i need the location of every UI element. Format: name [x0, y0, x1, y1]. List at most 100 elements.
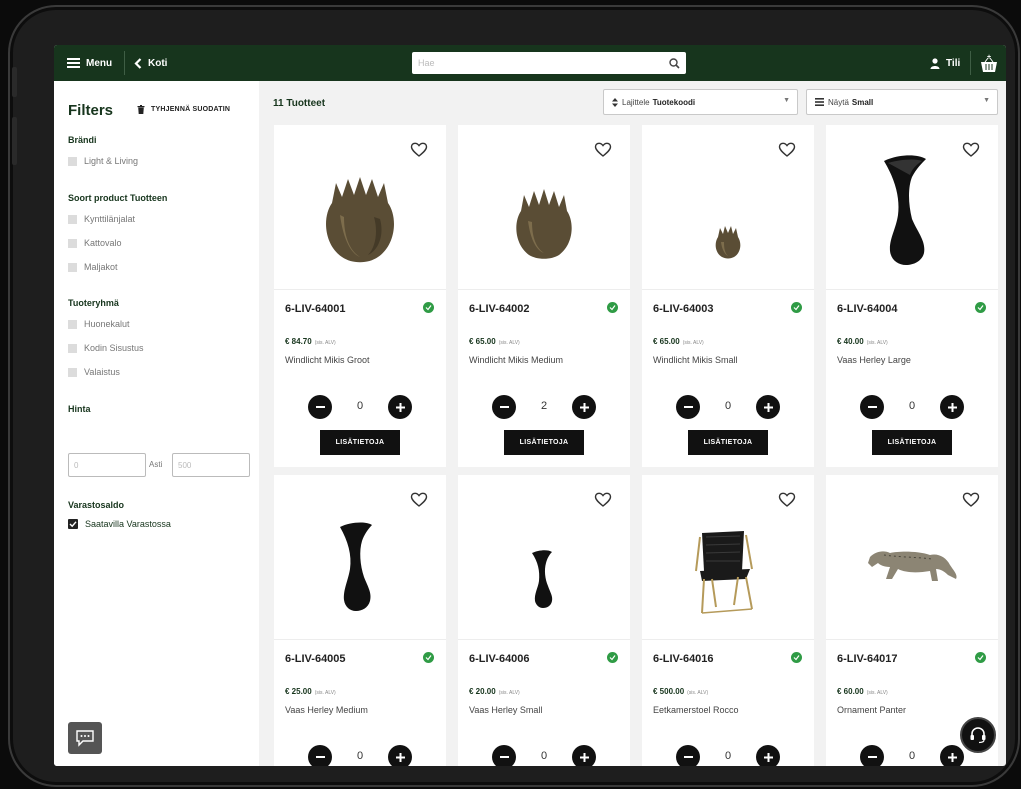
product-name[interactable]: Vaas Herley Small [469, 705, 542, 715]
vat-note: (sis. ALV) [314, 690, 336, 696]
product-card[interactable]: 6-LIV-64001 € 84.70 (sis. ALV) Windlicht … [274, 125, 446, 467]
chevron-down-icon: ▼ [783, 97, 790, 104]
checkbox[interactable] [68, 156, 77, 166]
view-select[interactable]: Näytä Small ▼ [806, 89, 998, 115]
cart-button[interactable]: + [980, 45, 998, 81]
product-name[interactable]: Vaas Herley Medium [285, 705, 368, 715]
quantity-value[interactable]: 0 [334, 750, 386, 762]
quantity-value[interactable]: 0 [886, 400, 938, 412]
price-min-input[interactable] [68, 453, 146, 477]
decrease-quantity-button[interactable] [676, 395, 700, 419]
favorite-button[interactable] [410, 141, 428, 159]
back-home-button[interactable]: Koti [134, 45, 167, 81]
filter-option-product-group[interactable]: Huonekalut [68, 319, 130, 329]
brand-section-title: Brändi [68, 135, 97, 145]
filter-option-product-type[interactable]: Kattovalo [68, 238, 122, 248]
product-card[interactable]: 6-LIV-64016 € 500.00 (sis. ALV) Eetkamers… [642, 475, 814, 766]
product-name[interactable]: Vaas Herley Large [837, 355, 911, 365]
more-info-button[interactable]: LISÄTIETOJA [688, 430, 768, 455]
checkbox[interactable] [68, 214, 77, 224]
quantity-value[interactable]: 0 [518, 750, 570, 762]
plus-icon [947, 402, 957, 412]
quantity-value[interactable]: 0 [702, 400, 754, 412]
product-name[interactable]: Ornament Panter [837, 705, 906, 715]
product-type-section-title: Soort product Tuotteen [68, 193, 168, 203]
product-card[interactable]: 6-LIV-64002 € 65.00 (sis. ALV) Windlicht … [458, 125, 630, 467]
increase-quantity-button[interactable] [756, 395, 780, 419]
divider [274, 289, 446, 290]
more-info-button[interactable]: LISÄTIETOJA [504, 430, 584, 455]
favorite-button[interactable] [778, 141, 796, 159]
menu-button[interactable]: Menu [67, 45, 112, 81]
filter-option-brand[interactable]: Light & Living [68, 156, 138, 166]
product-name[interactable]: Windlicht Mikis Groot [285, 355, 370, 365]
increase-quantity-button[interactable] [388, 745, 412, 766]
favorite-button[interactable] [594, 491, 612, 509]
product-name[interactable]: Windlicht Mikis Medium [469, 355, 563, 365]
heart-icon [778, 492, 796, 507]
product-card[interactable]: 6-LIV-64003 € 65.00 (sis. ALV) Windlicht … [642, 125, 814, 467]
favorite-button[interactable] [778, 491, 796, 509]
product-card[interactable]: 6-LIV-64004 € 40.00 (sis. ALV) Vaas Herle… [826, 125, 998, 467]
checkbox-checked[interactable] [68, 519, 78, 529]
search-button[interactable] [666, 55, 682, 71]
checkbox[interactable] [68, 238, 77, 248]
product-card[interactable]: 6-LIV-64006 € 20.00 (sis. ALV) Vaas Herle… [458, 475, 630, 766]
filter-option-product-type[interactable]: Maljakot [68, 262, 118, 272]
increase-quantity-button[interactable] [940, 395, 964, 419]
quantity-value[interactable]: 0 [702, 750, 754, 762]
quantity-value[interactable]: 0 [334, 400, 386, 412]
decrease-quantity-button[interactable] [860, 745, 884, 766]
favorite-button[interactable] [962, 491, 980, 509]
decrease-quantity-button[interactable] [676, 745, 700, 766]
price-value: € 40.00 [837, 337, 864, 346]
divider [642, 289, 814, 290]
favorite-button[interactable] [594, 141, 612, 159]
decrease-quantity-button[interactable] [860, 395, 884, 419]
support-button[interactable] [960, 717, 996, 753]
quantity-stepper: 2 [492, 395, 596, 419]
filter-option-product-type[interactable]: Kynttilänjalat [68, 214, 135, 224]
filter-option-product-group[interactable]: Valaistus [68, 367, 120, 377]
checkbox[interactable] [68, 262, 77, 272]
favorite-button[interactable] [410, 491, 428, 509]
price-value: € 65.00 [469, 337, 496, 346]
divider [826, 639, 998, 640]
sort-select[interactable]: Lajittele Tuotekoodi ▼ [603, 89, 798, 115]
product-name[interactable]: Windlicht Mikis Small [653, 355, 738, 365]
chat-button[interactable] [68, 722, 102, 754]
decrease-quantity-button[interactable] [492, 395, 516, 419]
increase-quantity-button[interactable] [572, 745, 596, 766]
check-circle-icon [791, 652, 802, 663]
checkbox[interactable] [68, 319, 77, 329]
quantity-value[interactable]: 0 [886, 750, 938, 762]
clear-filters-button[interactable]: TYHJENNÄ SUODATIN [137, 105, 230, 114]
decrease-quantity-button[interactable] [308, 745, 332, 766]
filter-option-product-group[interactable]: Kodin Sisustus [68, 343, 144, 353]
increase-quantity-button[interactable] [756, 745, 780, 766]
product-card[interactable]: 6-LIV-64005 € 25.00 (sis. ALV) Vaas Herle… [274, 475, 446, 766]
more-info-button[interactable]: LISÄTIETOJA [320, 430, 400, 455]
checkbox[interactable] [68, 367, 77, 377]
account-button[interactable]: Tili [930, 45, 960, 81]
filter-option-in-stock[interactable]: Saatavilla Varastossa [68, 519, 171, 529]
headset-icon [970, 727, 986, 744]
more-info-button[interactable]: LISÄTIETOJA [872, 430, 952, 455]
increase-quantity-button[interactable] [388, 395, 412, 419]
increase-quantity-button[interactable] [940, 745, 964, 766]
price-max-input[interactable] [172, 453, 250, 477]
decrease-quantity-button[interactable] [308, 395, 332, 419]
search-input[interactable] [412, 52, 652, 74]
increase-quantity-button[interactable] [572, 395, 596, 419]
price-value: € 65.00 [653, 337, 680, 346]
price-separator: Asti [149, 460, 163, 469]
decrease-quantity-button[interactable] [492, 745, 516, 766]
checkbox[interactable] [68, 343, 77, 353]
plus-icon [579, 402, 589, 412]
minus-icon [867, 406, 877, 408]
favorite-button[interactable] [962, 141, 980, 159]
user-icon [930, 57, 940, 69]
product-name[interactable]: Eetkamerstoel Rocco [653, 705, 739, 715]
heart-icon [594, 142, 612, 157]
quantity-value[interactable]: 2 [518, 400, 570, 412]
